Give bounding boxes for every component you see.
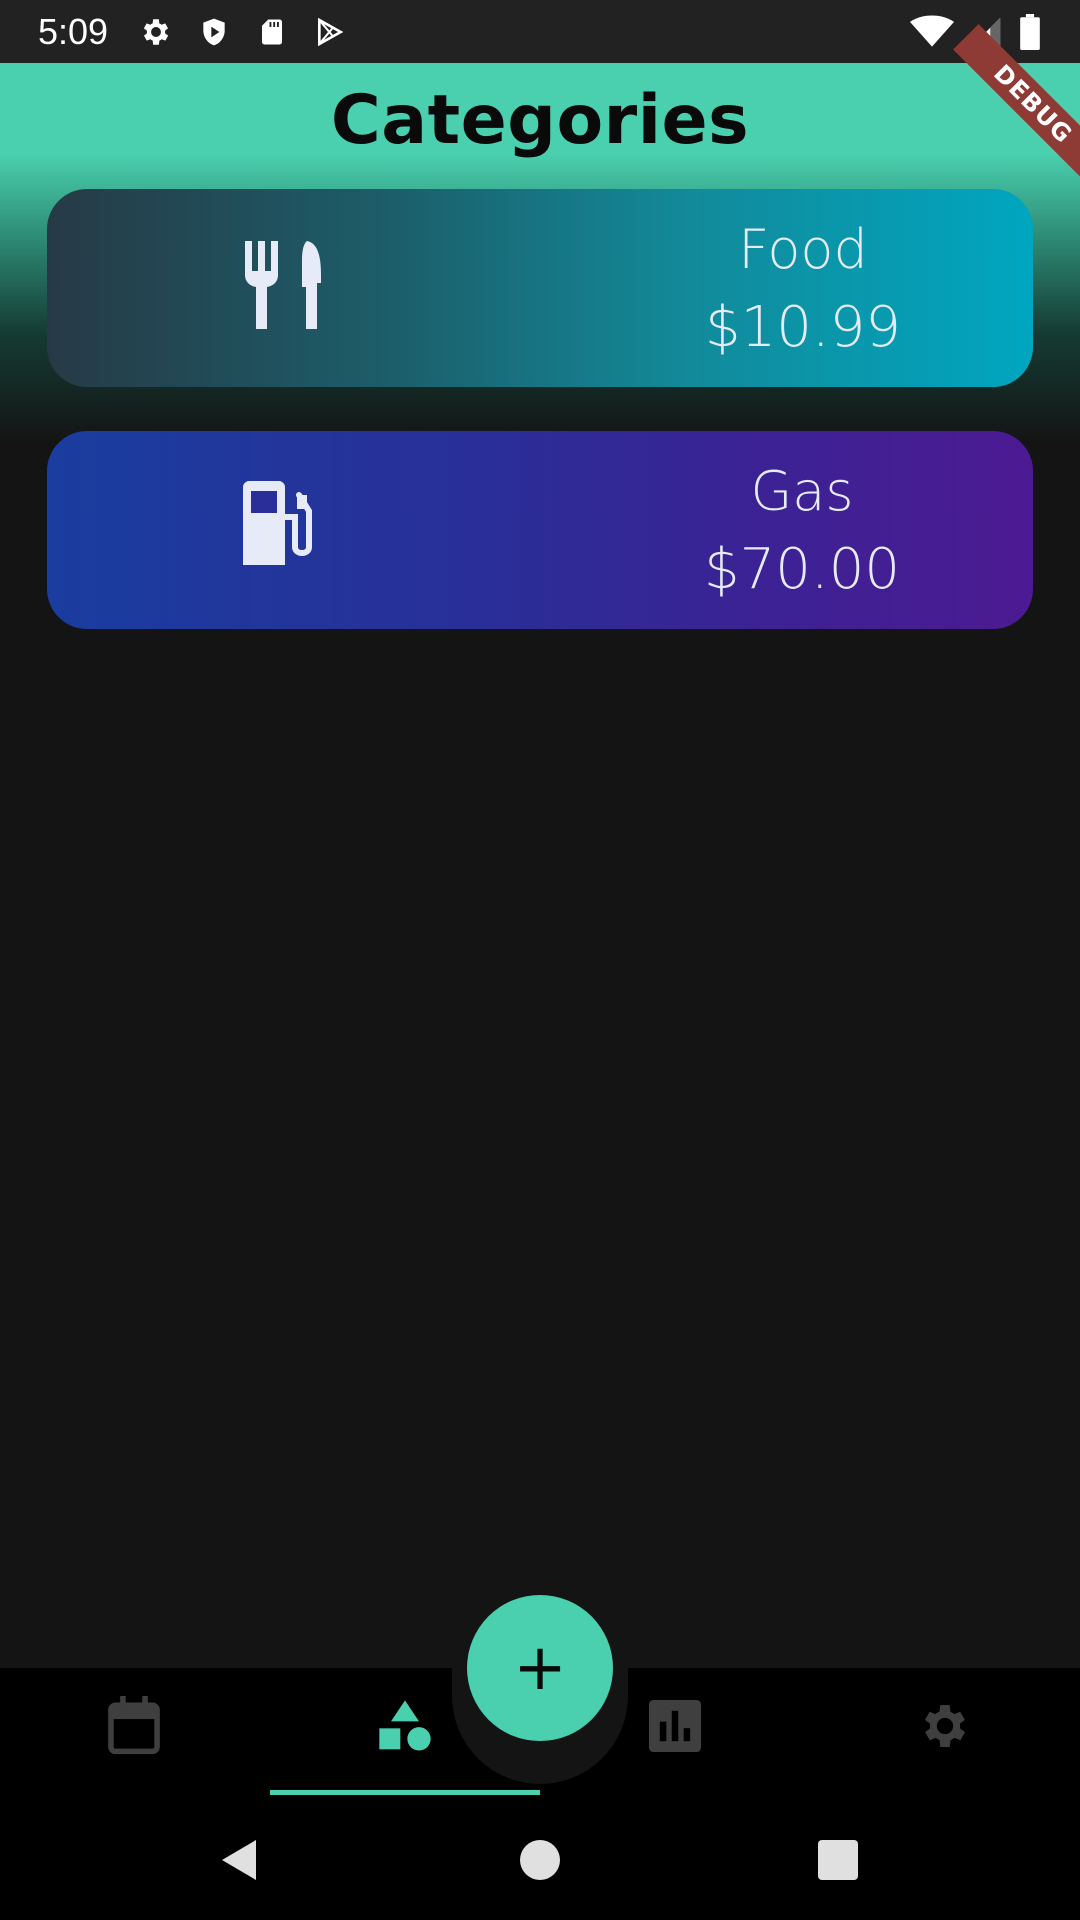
status-bar: 5:09 (0, 0, 1080, 63)
add-category-button[interactable]: + (467, 1595, 613, 1741)
nav-item-categories[interactable] (375, 1698, 435, 1758)
category-name: Gas (750, 460, 854, 523)
fork-knife-icon (237, 239, 337, 339)
category-text: Gas $70.00 (587, 453, 1017, 609)
status-icons-left (138, 14, 348, 50)
gas-pump-icon (237, 481, 337, 581)
play-store-icon (312, 14, 348, 50)
nav-item-calendar[interactable] (104, 1696, 164, 1760)
plus-icon: + (513, 1631, 567, 1705)
category-card-gas[interactable]: Gas $70.00 (47, 431, 1033, 629)
shapes-icon (377, 1698, 433, 1758)
category-amount: $10.99 (705, 295, 901, 360)
back-icon[interactable] (216, 1836, 264, 1884)
nav-item-settings[interactable] (915, 1698, 975, 1758)
sd-card-icon (254, 14, 290, 50)
system-nav-bar (0, 1800, 1080, 1920)
active-tab-indicator (270, 1790, 540, 1795)
shield-play-icon (196, 14, 232, 50)
nav-item-stats[interactable] (645, 1698, 705, 1758)
category-amount: $70.00 (704, 537, 900, 602)
category-name: Food (738, 218, 868, 281)
screen: 5:09 Categories DEBUG Food $10.99 Gas $7… (0, 0, 1080, 1920)
category-card-food[interactable]: Food $10.99 (47, 189, 1033, 387)
battery-icon (1018, 13, 1042, 50)
calendar-icon (106, 1696, 162, 1760)
wifi-icon (910, 14, 954, 50)
gear-icon (138, 14, 174, 50)
page-title: Categories (330, 81, 750, 160)
gear-icon (917, 1698, 973, 1758)
bar-chart-icon (649, 1700, 701, 1756)
recents-icon[interactable] (814, 1836, 862, 1884)
category-text: Food $10.99 (587, 211, 1019, 367)
status-time: 5:09 (38, 10, 109, 52)
home-icon[interactable] (516, 1836, 564, 1884)
